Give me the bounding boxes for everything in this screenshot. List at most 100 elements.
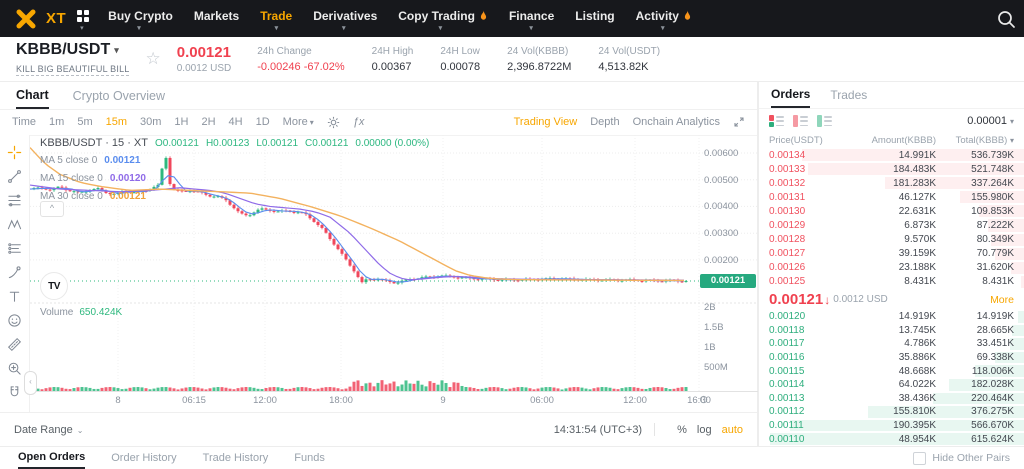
- favorite-star-icon[interactable]: ☆: [145, 49, 160, 69]
- bottom-tab-trade-history[interactable]: Trade History: [203, 447, 269, 469]
- chevron-down-icon: ⌄: [77, 426, 84, 435]
- xabcd-pattern-icon[interactable]: [2, 213, 28, 235]
- bid-row[interactable]: 0.0011548.668K118.006K: [759, 364, 1024, 378]
- chart-mode-onchain-analytics[interactable]: Onchain Analytics: [633, 116, 720, 128]
- nav-item-activity[interactable]: Activity▾: [636, 9, 692, 28]
- book-view-bids-icon[interactable]: [817, 115, 832, 127]
- time-axis-settings-icon[interactable]: ⊙: [699, 393, 708, 406]
- ask-row[interactable]: 0.0013414.991K536.739K: [759, 148, 1024, 162]
- nav-item-buy-crypto[interactable]: Buy Crypto▾: [108, 9, 173, 28]
- orderbook-tab-trades[interactable]: Trades: [830, 82, 867, 108]
- bottom-tab-order-history[interactable]: Order History: [111, 447, 176, 469]
- chart-settings-gear-icon[interactable]: [327, 116, 340, 129]
- nav-item-derivatives[interactable]: Derivatives▾: [313, 9, 377, 28]
- price-chart[interactable]: ‹ KBBB/USDT · 15 · XT O0.00121 H0.00123 …: [0, 135, 757, 412]
- last-price-row[interactable]: 0.00121 ↓ 0.0012 USD More: [759, 289, 1024, 310]
- trendline-icon[interactable]: [2, 165, 28, 187]
- fullscreen-expand-icon[interactable]: [733, 116, 745, 128]
- bid-row[interactable]: 0.001174.786K33.451K: [759, 337, 1024, 351]
- hide-other-pairs-toggle[interactable]: Hide Other Pairs: [913, 452, 1010, 465]
- chart-mode-trading-view[interactable]: Trading View: [514, 116, 578, 128]
- precision-dropdown[interactable]: 0.00001▾: [967, 115, 1014, 127]
- apps-grid-icon[interactable]: ▾: [76, 9, 90, 28]
- bid-row[interactable]: 0.0011813.745K28.665K: [759, 324, 1024, 338]
- toolbar-collapse-handle[interactable]: ‹: [24, 371, 37, 395]
- indicators-fx-icon[interactable]: ƒx: [353, 116, 365, 128]
- ask-row[interactable]: 0.0013022.631K109.853K: [759, 204, 1024, 218]
- tradingview-logo[interactable]: TV: [40, 272, 68, 300]
- nav-item-markets[interactable]: Markets: [194, 9, 239, 28]
- book-view-both-icon[interactable]: [769, 115, 784, 127]
- hide-other-pairs-checkbox[interactable]: [913, 452, 926, 465]
- bid-row[interactable]: 0.0011464.022K182.028K: [759, 378, 1024, 392]
- bid-row[interactable]: 0.0012014.919K14.919K: [759, 310, 1024, 324]
- interval-1h[interactable]: 1H: [174, 116, 188, 128]
- bottom-tab-funds[interactable]: Funds: [294, 447, 325, 469]
- fire-icon: [682, 10, 692, 22]
- legend-collapse-button[interactable]: ^: [40, 201, 64, 217]
- interval-5m[interactable]: 5m: [77, 116, 92, 128]
- more-link[interactable]: More: [990, 294, 1014, 306]
- chart-clock[interactable]: 14:31:54 (UTC+3): [554, 424, 642, 436]
- price-column-header: Price(USDT): [769, 135, 847, 146]
- percent-scale-button[interactable]: %: [677, 424, 687, 436]
- bid-row[interactable]: 0.0011635.886K69.338K: [759, 351, 1024, 365]
- search-icon[interactable]: [996, 9, 1016, 29]
- ask-row[interactable]: 0.001296.873K87.222K: [759, 218, 1024, 232]
- nav-item-trade[interactable]: Trade▾: [260, 9, 292, 28]
- ask-row[interactable]: 0.0012739.159K70.779K: [759, 247, 1024, 261]
- brand-text[interactable]: XT: [46, 10, 66, 27]
- date-range-button[interactable]: Date Range⌄: [14, 424, 83, 436]
- chart-symbol-label: KBBB/USDT · 15 · XT: [40, 137, 148, 149]
- ask-row[interactable]: 0.00132181.283K337.264K: [759, 176, 1024, 190]
- bid-row[interactable]: 0.0011048.954K615.624K: [759, 432, 1024, 446]
- tab-chart[interactable]: Chart: [16, 82, 49, 109]
- ask-row[interactable]: 0.0012623.188K31.620K: [759, 261, 1024, 275]
- interval-time[interactable]: Time: [12, 116, 36, 128]
- forecast-icon[interactable]: [2, 237, 28, 259]
- interval-2h[interactable]: 2H: [201, 116, 215, 128]
- amount-column-header: Amount(KBBB): [847, 135, 936, 146]
- interval-4h[interactable]: 4H: [229, 116, 243, 128]
- ask-row[interactable]: 0.00133184.483K521.748K: [759, 162, 1024, 176]
- fib-retracement-icon[interactable]: [2, 189, 28, 211]
- bottom-tab-open-orders[interactable]: Open Orders: [18, 447, 85, 469]
- interval-1m[interactable]: 1m: [49, 116, 64, 128]
- pair-full-name[interactable]: KILL BIG BEAUTIFUL BILL: [16, 64, 129, 76]
- nav-item-listing[interactable]: Listing: [575, 9, 614, 28]
- emoji-icon[interactable]: [2, 309, 28, 331]
- auto-scale-button[interactable]: auto: [722, 424, 743, 436]
- order-amount: 184.483K: [847, 164, 936, 175]
- nav-item-copy-trading[interactable]: Copy Trading▾: [398, 9, 488, 28]
- order-total: 69.338K: [936, 352, 1014, 363]
- interval-1d[interactable]: 1D: [256, 116, 270, 128]
- interval-30m[interactable]: 30m: [140, 116, 161, 128]
- stat-label: 24H High: [372, 46, 414, 57]
- xt-logo-icon[interactable]: [14, 7, 38, 31]
- bid-row[interactable]: 0.0011338.436K220.464K: [759, 392, 1024, 406]
- ask-row[interactable]: 0.001289.570K80.349K: [759, 233, 1024, 247]
- order-price: 0.00130: [769, 206, 847, 217]
- ruler-icon[interactable]: [2, 333, 28, 355]
- ask-row[interactable]: 0.0013146.127K155.980K: [759, 190, 1024, 204]
- crosshair-icon[interactable]: [2, 141, 28, 163]
- order-total: 376.275K: [936, 406, 1014, 417]
- bid-row[interactable]: 0.00112155.810K376.275K: [759, 405, 1024, 419]
- pair-selector[interactable]: KBBB/USDT ▾ KILL BIG BEAUTIFUL BILL: [16, 41, 129, 77]
- trading-app: XT ▾ Buy Crypto▾ Markets Trade▾ Derivatives…: [0, 0, 1024, 469]
- more-intervals-button[interactable]: More▾: [283, 116, 314, 128]
- book-view-asks-icon[interactable]: [793, 115, 808, 127]
- chart-mode-depth[interactable]: Depth: [590, 116, 619, 128]
- total-column-header[interactable]: Total(KBBB) ▾: [936, 135, 1014, 146]
- log-scale-button[interactable]: log: [697, 424, 712, 436]
- brush-icon[interactable]: [2, 261, 28, 283]
- tab-crypto-overview[interactable]: Crypto Overview: [73, 82, 165, 109]
- interval-15m[interactable]: 15m: [106, 116, 127, 128]
- orderbook-tab-orders[interactable]: Orders: [771, 82, 810, 108]
- text-icon[interactable]: [2, 285, 28, 307]
- ticker-stat: 24H Low0.00078: [440, 46, 480, 73]
- nav-item-finance[interactable]: Finance▾: [509, 9, 554, 28]
- bid-row[interactable]: 0.00111190.395K566.670K: [759, 419, 1024, 433]
- ask-row[interactable]: 0.001258.431K8.431K: [759, 275, 1024, 289]
- stat-value: 2,396.8722M: [507, 61, 571, 73]
